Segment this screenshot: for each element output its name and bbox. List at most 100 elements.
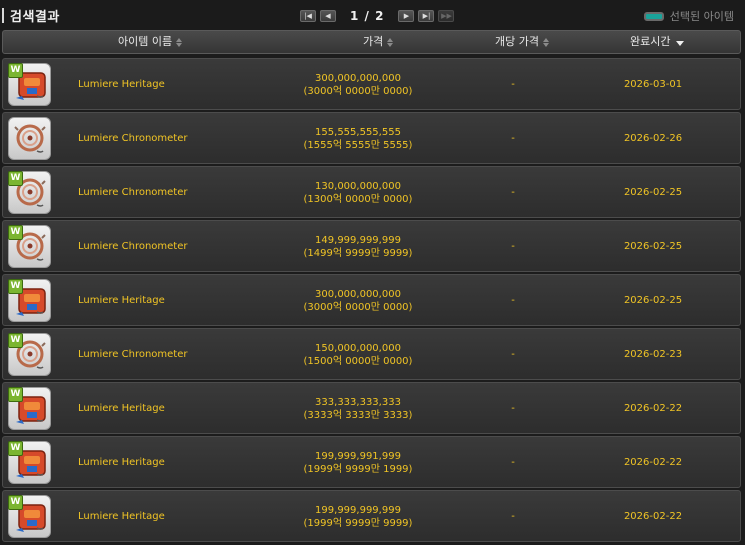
item-price: 150,000,000,000 (1500억 0000만 0000) bbox=[298, 342, 418, 368]
table-row[interactable]: W Lumiere Heritage 199,999,991,999 (1999… bbox=[2, 436, 741, 488]
end-date: 2026-02-25 bbox=[623, 187, 683, 198]
w-badge: W bbox=[8, 225, 23, 240]
next-block-button[interactable]: ▶▶ bbox=[438, 9, 455, 22]
w-badge: W bbox=[8, 63, 23, 78]
item-icon-heritage: W bbox=[8, 63, 51, 106]
w-badge: W bbox=[8, 441, 23, 456]
item-name: Lumiere Heritage bbox=[78, 79, 165, 90]
price-korean: (3000억 0000만 0000) bbox=[303, 86, 413, 97]
price-value: 199,999,991,999 bbox=[315, 451, 401, 462]
end-date: 2026-02-26 bbox=[623, 133, 683, 144]
end-date: 2026-02-22 bbox=[623, 511, 683, 522]
item-name: Lumiere Heritage bbox=[78, 403, 165, 414]
unit-price: - bbox=[511, 511, 515, 522]
item-icon-chronometer: W bbox=[8, 171, 51, 214]
unit-price: - bbox=[511, 403, 515, 414]
price-value: 300,000,000,000 bbox=[315, 73, 401, 84]
price-korean: (1999억 9999만 9999) bbox=[303, 518, 413, 529]
prev-page-button[interactable]: ◀ bbox=[320, 9, 336, 22]
item-name: Lumiere Chronometer bbox=[78, 187, 188, 198]
end-date: 2026-03-01 bbox=[623, 79, 683, 90]
table-row[interactable]: W Lumiere Chronometer 149,999,999,999 (1… bbox=[2, 220, 741, 272]
unit-price: - bbox=[511, 187, 515, 198]
first-page-button[interactable]: |◀ bbox=[300, 9, 316, 22]
sort-descending-icon bbox=[676, 41, 685, 46]
price-korean: (1555억 5555만 5555) bbox=[303, 140, 413, 151]
price-korean: (1500억 0000만 0000) bbox=[303, 356, 413, 367]
column-header-end-time[interactable]: 완료시간 bbox=[630, 31, 685, 53]
item-icon-chronometer: W bbox=[8, 333, 51, 376]
column-header-end-time-label: 완료시간 bbox=[630, 35, 671, 48]
item-name: Lumiere Heritage bbox=[78, 511, 165, 522]
title-divider bbox=[2, 7, 4, 23]
item-price: 333,333,333,333 (3333억 3333만 3333) bbox=[298, 396, 418, 422]
unit-price: - bbox=[511, 295, 515, 306]
item-icon-heritage: W bbox=[8, 441, 51, 484]
item-name: Lumiere Chronometer bbox=[78, 241, 188, 252]
item-price: 300,000,000,000 (3000억 0000만 0000) bbox=[298, 72, 418, 98]
w-badge: W bbox=[8, 495, 23, 510]
column-header-name-label: 아이템 이름 bbox=[118, 35, 173, 48]
w-badge: W bbox=[8, 171, 23, 186]
page-separator: / bbox=[364, 8, 370, 23]
sort-icon bbox=[387, 37, 394, 47]
selected-item-legend: 선택된 아이템 bbox=[643, 8, 734, 24]
item-name: Lumiere Heritage bbox=[78, 295, 165, 306]
item-price: 199,999,999,999 (1999억 9999만 9999) bbox=[298, 504, 418, 530]
price-value: 130,000,000,000 bbox=[315, 181, 401, 192]
price-value: 155,555,555,555 bbox=[315, 127, 401, 138]
price-value: 149,999,999,999 bbox=[315, 235, 401, 246]
table-row[interactable]: W Lumiere Chronometer 150,000,000,000 (1… bbox=[2, 328, 741, 380]
selected-item-label: 선택된 아이템 bbox=[669, 10, 734, 23]
price-value: 333,333,333,333 bbox=[315, 397, 401, 408]
results-top-bar: 검색결과 |◀ ◀ 1 / 2 ▶ ▶| ▶▶ 선택된 아이템 bbox=[0, 0, 745, 30]
item-name: Lumiere Heritage bbox=[78, 457, 165, 468]
price-korean: (1499억 9999만 9999) bbox=[303, 248, 413, 259]
end-date: 2026-02-25 bbox=[623, 295, 683, 306]
table-row[interactable]: Lumiere Chronometer 155,555,555,555 (155… bbox=[2, 112, 741, 164]
table-row[interactable]: W Lumiere Heritage 300,000,000,000 (3000… bbox=[2, 58, 741, 110]
page-title: 검색결과 bbox=[10, 9, 60, 25]
item-icon-heritage: W bbox=[8, 387, 51, 430]
page-indicator: 1 / 2 bbox=[350, 9, 384, 23]
price-value: 300,000,000,000 bbox=[315, 289, 401, 300]
price-korean: (3333억 3333만 3333) bbox=[303, 410, 413, 421]
last-page-button[interactable]: ▶| bbox=[418, 9, 435, 22]
price-value: 199,999,999,999 bbox=[315, 505, 401, 516]
title-group: 검색결과 bbox=[2, 6, 60, 25]
end-date: 2026-02-23 bbox=[623, 349, 683, 360]
column-header-price[interactable]: 가격 bbox=[363, 31, 394, 53]
table-row[interactable]: W Lumiere Chronometer 130,000,000,000 (1… bbox=[2, 166, 741, 218]
unit-price: - bbox=[511, 457, 515, 468]
item-name: Lumiere Chronometer bbox=[78, 133, 188, 144]
column-header-unit-price[interactable]: 개당 가격 bbox=[495, 31, 549, 53]
w-badge: W bbox=[8, 279, 23, 294]
column-header-price-label: 가격 bbox=[363, 35, 384, 48]
w-badge: W bbox=[8, 387, 23, 402]
chronometer-icon bbox=[14, 124, 46, 153]
item-name: Lumiere Chronometer bbox=[78, 349, 188, 360]
column-header-name[interactable]: 아이템 이름 bbox=[118, 31, 183, 53]
price-value: 150,000,000,000 bbox=[315, 343, 401, 354]
item-price: 199,999,991,999 (1999억 9999만 1999) bbox=[298, 450, 418, 476]
table-row[interactable]: W Lumiere Heritage 300,000,000,000 (3000… bbox=[2, 274, 741, 326]
item-price: 155,555,555,555 (1555억 5555만 5555) bbox=[298, 126, 418, 152]
price-korean: (1300억 0000만 0000) bbox=[303, 194, 413, 205]
unit-price: - bbox=[511, 349, 515, 360]
table-header: 아이템 이름 가격 개당 가격 완료시간 bbox=[2, 30, 741, 54]
pagination: |◀ ◀ 1 / 2 ▶ ▶| ▶▶ bbox=[300, 9, 455, 23]
item-price: 149,999,999,999 (1499억 9999만 9999) bbox=[298, 234, 418, 260]
table-row[interactable]: W Lumiere Heritage 333,333,333,333 (3333… bbox=[2, 382, 741, 434]
next-page-button[interactable]: ▶ bbox=[398, 9, 415, 22]
end-date: 2026-02-22 bbox=[623, 403, 683, 414]
column-header-unit-price-label: 개당 가격 bbox=[495, 35, 539, 48]
end-date: 2026-02-22 bbox=[623, 457, 683, 468]
sort-icon bbox=[542, 37, 549, 47]
item-price: 300,000,000,000 (3000억 0000만 0000) bbox=[298, 288, 418, 314]
unit-price: - bbox=[511, 79, 515, 90]
item-icon-chronometer: W bbox=[8, 225, 51, 268]
selected-swatch bbox=[643, 11, 664, 21]
table-row[interactable]: W Lumiere Heritage 199,999,999,999 (1999… bbox=[2, 490, 741, 542]
current-page: 1 bbox=[350, 8, 360, 23]
item-icon-heritage: W bbox=[8, 279, 51, 322]
